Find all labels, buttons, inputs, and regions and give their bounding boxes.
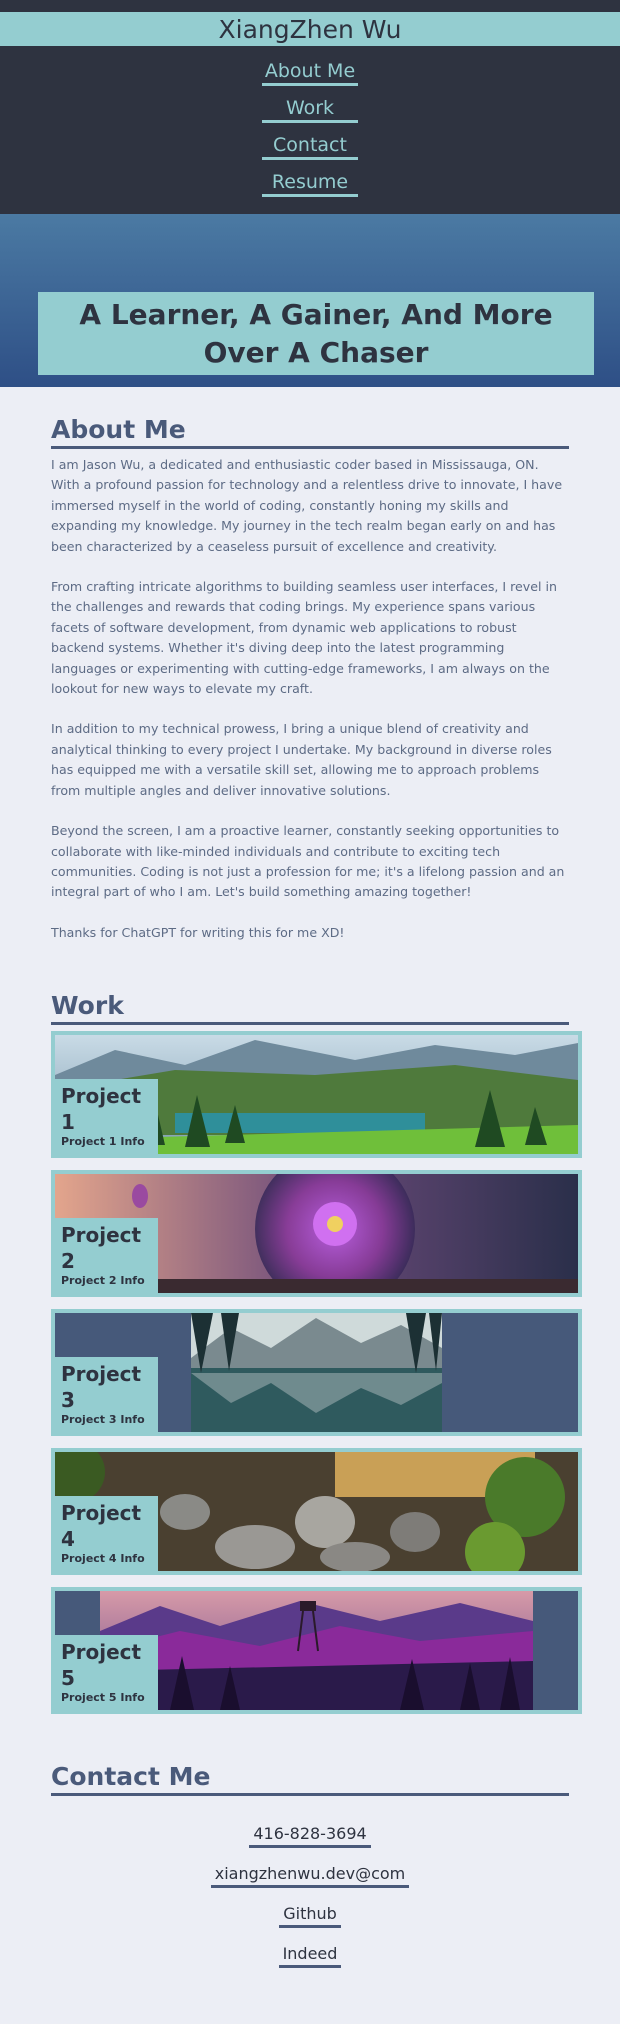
site-header: XiangZhen Wu About Me Work Contact Resum…: [0, 12, 620, 214]
project-info: Project 2 Info: [61, 1274, 145, 1288]
project-label: Project 4 Project 4 Info: [55, 1496, 158, 1572]
top-strip: [0, 0, 620, 12]
contact-email-link[interactable]: xiangzhenwu.dev@com: [210, 1864, 410, 1889]
nav-contact[interactable]: Contact: [262, 133, 358, 160]
contact-indeed-link[interactable]: Indeed: [278, 1944, 342, 1969]
project-info: Project 5 Info: [61, 1691, 145, 1705]
about-section: About Me I am Jason Wu, a dedicated and …: [0, 387, 620, 943]
project-card-4[interactable]: Project 4 Project 4 Info: [51, 1448, 582, 1576]
about-paragraph: From crafting intricate algorithms to bu…: [51, 579, 557, 697]
about-paragraph: I am Jason Wu, a dedicated and enthusias…: [51, 457, 563, 554]
project-5-image: [100, 1591, 533, 1711]
contact-section: Contact Me 416-828-3694 xiangzhenwu.dev@…: [0, 1726, 620, 2024]
project-title: Project 5: [61, 1640, 142, 1691]
hero-title: A Learner, A Gainer, And More Over A Cha…: [79, 297, 553, 369]
project-label: Project 5 Project 5 Info: [55, 1635, 158, 1711]
about-paragraph: In addition to my technical prowess, I b…: [51, 721, 552, 798]
project-card-3[interactable]: Project 3 Project 3 Info: [51, 1309, 582, 1437]
project-card-2[interactable]: Project 2 Project 2 Info: [51, 1170, 582, 1298]
work-heading: Work: [51, 991, 569, 1026]
nav-work[interactable]: Work: [262, 96, 358, 123]
project-title: Project 4: [61, 1501, 142, 1552]
nav-resume[interactable]: Resume: [262, 170, 358, 197]
about-paragraph: Beyond the screen, I am a proactive lear…: [51, 823, 565, 900]
project-card-1[interactable]: Project 1 Project 1 Info: [51, 1031, 582, 1159]
project-info: Project 4 Info: [61, 1552, 145, 1566]
project-label: Project 2 Project 2 Info: [55, 1218, 158, 1294]
nav-about-me[interactable]: About Me: [262, 59, 358, 86]
project-card-5[interactable]: Project 5 Project 5 Info: [51, 1587, 582, 1715]
project-title: Project 2: [61, 1223, 142, 1274]
project-label: Project 3 Project 3 Info: [55, 1357, 158, 1433]
project-title: Project 1: [61, 1084, 142, 1135]
contact-phone-link[interactable]: 416-828-3694: [249, 1824, 371, 1849]
project-info: Project 1 Info: [61, 1135, 145, 1149]
main-nav: About Me Work Contact Resume: [0, 46, 620, 214]
contact-links: 416-828-3694 xiangzhenwu.dev@com Github …: [51, 1824, 569, 1984]
brand-bar: XiangZhen Wu: [0, 12, 620, 46]
site-brand: XiangZhen Wu: [218, 14, 402, 44]
project-label: Project 1 Project 1 Info: [55, 1079, 158, 1155]
about-heading: About Me: [51, 415, 569, 449]
contact-github-link[interactable]: Github: [279, 1904, 341, 1929]
hero-title-box: A Learner, A Gainer, And More Over A Cha…: [38, 292, 594, 375]
hero-banner: A Learner, A Gainer, And More Over A Cha…: [0, 214, 620, 387]
project-3-image: [191, 1313, 442, 1433]
work-section: Work Project 1 Project 1 Info Project 2 …: [0, 963, 620, 1715]
about-paragraph: Thanks for ChatGPT for writing this for …: [51, 924, 345, 940]
contact-heading: Contact Me: [51, 1762, 569, 1797]
project-title: Project 3: [61, 1362, 142, 1413]
project-info: Project 3 Info: [61, 1413, 145, 1427]
